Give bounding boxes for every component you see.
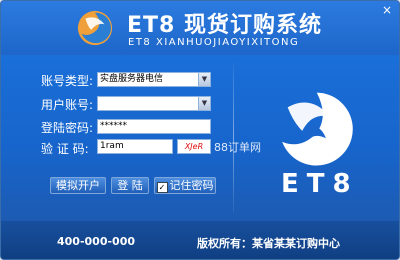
et8-brand-logo-icon — [282, 92, 353, 166]
password-field[interactable]: ****** — [97, 119, 211, 134]
captcha-label: 验 证 码: — [41, 142, 89, 156]
close-button[interactable]: × — [379, 3, 395, 17]
user-account-select[interactable]: ▼ — [97, 96, 211, 111]
brand-logo-text: ET8 — [281, 169, 359, 199]
header: ET8 现货订购系统 ET8 XIANHUOJIAOYIXITONG × — [1, 1, 399, 55]
et8-logo-icon — [77, 10, 113, 46]
captcha-image[interactable]: XJeR — [177, 139, 211, 154]
account-type-select[interactable]: 实盘服务器电信 ▼ — [97, 72, 211, 87]
account-type-label: 账号类型: — [41, 74, 94, 88]
remember-password-label: 记住密码 — [169, 179, 214, 192]
account-type-value: 实盘服务器电信 — [100, 74, 164, 84]
chevron-down-icon[interactable]: ▼ — [198, 97, 210, 110]
divider — [233, 63, 234, 213]
checkbox-icon[interactable]: ✓ — [156, 182, 168, 193]
phone-number: 400-000-000 — [57, 235, 136, 248]
app-subtitle: ET8 XIANHUOJIAOYIXITONG — [128, 37, 300, 48]
app-title: ET8 现货订购系统 — [127, 13, 323, 38]
remember-password-button[interactable]: ✓ 记住密码 — [154, 177, 216, 194]
copyright-text: 版权所有：某省某某订购中心 — [197, 237, 340, 250]
user-account-label: 用户账号: — [41, 98, 94, 112]
login-window: ET8 现货订购系统 ET8 XIANHUOJIAOYIXITONG × 账号类… — [0, 0, 400, 260]
captcha-field[interactable]: 1ram — [97, 139, 173, 154]
captcha-value: 1ram — [100, 141, 124, 151]
password-value: ****** — [100, 121, 127, 131]
login-button[interactable]: 登 陆 — [111, 177, 149, 194]
chevron-down-icon[interactable]: ▼ — [198, 73, 210, 86]
watermark-text: 88订单网 — [214, 141, 261, 154]
password-label: 登陆密码: — [41, 121, 94, 135]
simulate-account-button[interactable]: 模拟开户 — [50, 177, 106, 194]
